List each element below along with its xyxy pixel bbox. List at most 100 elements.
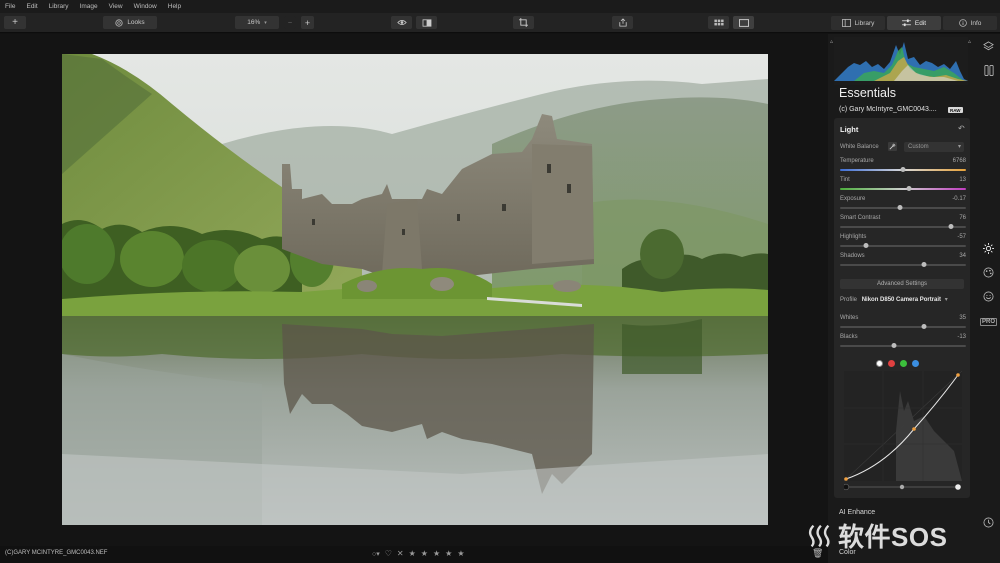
- tab-info[interactable]: Info: [943, 16, 997, 30]
- zoom-out-button[interactable]: –: [284, 16, 296, 29]
- layers-icon[interactable]: [982, 40, 995, 53]
- highlights-track[interactable]: [840, 245, 966, 247]
- sun-icon[interactable]: [982, 242, 995, 255]
- histogram-warning-left-icon[interactable]: ▵: [830, 38, 833, 45]
- file-name-label: (c) Gary McIntyre_GMC0043....: [839, 106, 937, 113]
- smart-contrast-slider[interactable]: Smart Contrast 76: [840, 215, 966, 233]
- temperature-slider[interactable]: Temperature 6768: [840, 158, 966, 176]
- exposure-slider[interactable]: Exposure -0.17: [840, 196, 966, 214]
- smart-contrast-knob[interactable]: [948, 224, 954, 229]
- star-2-icon[interactable]: ★: [421, 549, 428, 558]
- smart-contrast-track[interactable]: [840, 226, 966, 228]
- watermark: 软件SOS: [806, 517, 947, 554]
- whites-value[interactable]: 35: [959, 315, 966, 321]
- tint-track[interactable]: [840, 188, 966, 190]
- tint-slider[interactable]: Tint 13: [840, 177, 966, 195]
- advanced-settings-button[interactable]: Advanced Settings: [840, 279, 964, 289]
- crop-button[interactable]: [513, 16, 534, 29]
- grid-view-button[interactable]: [708, 16, 729, 29]
- menu-image[interactable]: Image: [80, 3, 98, 10]
- heart-icon[interactable]: ♡: [385, 549, 392, 558]
- photo-preview[interactable]: [62, 54, 768, 525]
- reject-icon[interactable]: ✕: [397, 549, 404, 558]
- tab-library[interactable]: Library: [831, 16, 885, 30]
- temperature-value[interactable]: 6768: [953, 158, 966, 164]
- white-balance-select[interactable]: Custom ▾: [904, 142, 964, 152]
- tint-knob[interactable]: [906, 186, 912, 191]
- tab-edit-label: Edit: [914, 19, 927, 27]
- highlights-knob[interactable]: [863, 243, 869, 248]
- star-1-icon[interactable]: ★: [409, 549, 416, 558]
- shadows-slider[interactable]: Shadows 34: [840, 253, 966, 271]
- blacks-track[interactable]: [840, 345, 966, 347]
- eyedropper-icon[interactable]: [888, 142, 897, 151]
- looks-button[interactable]: Looks: [103, 16, 157, 29]
- color-label-icon[interactable]: ○▾: [372, 550, 380, 558]
- menu-library[interactable]: Library: [49, 3, 69, 10]
- add-button[interactable]: +: [4, 16, 26, 29]
- watermark-text: 软件SOS: [838, 522, 948, 552]
- menu-bar: File Edit Library Image View Window Help: [0, 0, 1000, 13]
- info-icon: [958, 19, 967, 27]
- highlights-value[interactable]: -57: [957, 234, 966, 240]
- ai-enhance-section[interactable]: AI Enhance: [839, 509, 875, 516]
- menu-help[interactable]: Help: [168, 3, 181, 10]
- tone-curve[interactable]: [842, 370, 963, 491]
- white-balance-value: Custom: [908, 143, 929, 150]
- sliders-icon: [901, 19, 911, 27]
- presets-icon[interactable]: [982, 64, 995, 77]
- whites-slider[interactable]: Whites 35: [840, 315, 966, 333]
- zoom-in-button[interactable]: +: [301, 16, 314, 29]
- light-section-title[interactable]: Light: [840, 125, 858, 134]
- menu-view[interactable]: View: [109, 3, 123, 10]
- curve-channel-red[interactable]: [888, 360, 895, 367]
- highlights-slider[interactable]: Highlights -57: [840, 234, 966, 252]
- temperature-knob[interactable]: [900, 167, 906, 172]
- profile-row[interactable]: Profile Nikon D850 Camera Portrait ▾: [840, 296, 948, 303]
- curve-channel-green[interactable]: [900, 360, 907, 367]
- pro-icon[interactable]: PRO: [980, 318, 998, 326]
- profile-value[interactable]: Nikon D850 Camera Portrait: [862, 297, 941, 303]
- tool-sidebar: PRO: [976, 34, 1000, 563]
- preview-button[interactable]: [391, 16, 412, 29]
- reset-icon[interactable]: ↶: [958, 124, 965, 133]
- exposure-knob[interactable]: [897, 205, 903, 210]
- shadows-value[interactable]: 34: [959, 253, 966, 259]
- image-canvas[interactable]: [0, 34, 828, 546]
- compare-button[interactable]: [416, 16, 437, 29]
- tint-value[interactable]: 13: [959, 177, 966, 183]
- whites-track[interactable]: [840, 326, 966, 328]
- exposure-value[interactable]: -0.17: [952, 196, 966, 202]
- menu-window[interactable]: Window: [134, 3, 157, 10]
- compare-icon: [422, 18, 431, 27]
- blacks-knob[interactable]: [891, 343, 897, 348]
- histogram-warning-right-icon[interactable]: ▵: [968, 38, 971, 45]
- tab-info-label: Info: [970, 19, 982, 27]
- tab-edit[interactable]: Edit: [887, 16, 941, 30]
- curve-channel-blue[interactable]: [912, 360, 919, 367]
- share-button[interactable]: [612, 16, 633, 29]
- blacks-slider[interactable]: Blacks -13: [840, 334, 966, 352]
- smart-contrast-value[interactable]: 76: [959, 215, 966, 221]
- whites-knob[interactable]: [921, 324, 927, 329]
- toolbar: + Looks 16% ▾ – + Library Edit Info: [0, 13, 1000, 33]
- menu-file[interactable]: File: [5, 3, 15, 10]
- tab-library-label: Library: [854, 19, 875, 27]
- white-balance-label: White Balance: [840, 144, 879, 150]
- panel-title: Essentials: [839, 86, 896, 100]
- exposure-track[interactable]: [840, 207, 966, 209]
- blacks-value[interactable]: -13: [957, 334, 966, 340]
- star-4-icon[interactable]: ★: [445, 549, 452, 558]
- shadows-knob[interactable]: [921, 262, 927, 267]
- zoom-select[interactable]: 16% ▾: [235, 16, 279, 29]
- palette-icon[interactable]: [982, 266, 995, 279]
- curve-channel-rgb[interactable]: [876, 360, 883, 367]
- shadows-track[interactable]: [840, 264, 966, 266]
- star-5-icon[interactable]: ★: [457, 549, 464, 558]
- menu-edit[interactable]: Edit: [26, 3, 37, 10]
- star-3-icon[interactable]: ★: [433, 549, 440, 558]
- portrait-icon[interactable]: [982, 290, 995, 303]
- single-view-button[interactable]: [733, 16, 754, 29]
- eye-icon: [396, 20, 407, 25]
- history-icon[interactable]: [982, 516, 995, 529]
